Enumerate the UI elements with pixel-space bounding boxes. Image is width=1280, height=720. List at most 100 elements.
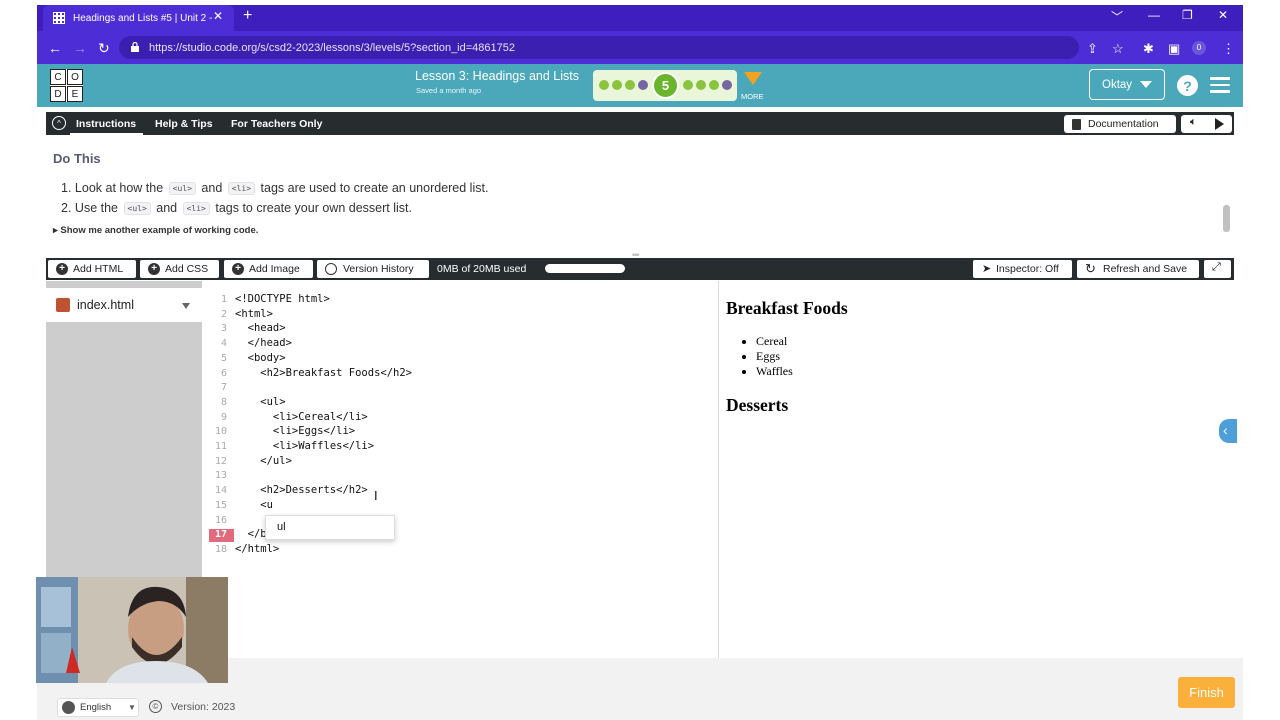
copyright-icon[interactable]: © — [149, 700, 162, 713]
lock-icon — [131, 42, 139, 52]
file-menu-caret-icon[interactable] — [182, 303, 190, 309]
inspector-toggle-button[interactable]: ➤ Inspector: Off — [973, 260, 1072, 278]
show-example-toggle[interactable]: ▸ Show me another example of working cod… — [53, 225, 258, 236]
ul-code-chip: <ul> — [168, 182, 196, 195]
play-icon[interactable] — [1215, 118, 1224, 130]
user-name: Oktay — [1102, 78, 1133, 91]
lesson-title[interactable]: Lesson 3: Headings and Lists — [415, 69, 579, 83]
current-level-dot[interactable]: 5 — [652, 72, 679, 99]
profile-avatar[interactable]: 0 — [1192, 41, 1206, 55]
code-line[interactable]: <li>Cereal</li> — [235, 411, 368, 423]
browser-tab-title: Headings and Lists #5 | Unit 2 - — [73, 12, 213, 24]
browser-tab[interactable]: Headings and Lists #5 | Unit 2 - — [43, 5, 234, 31]
code-org-logo[interactable]: C O D E — [50, 69, 83, 102]
back-arrow-icon[interactable]: ← — [48, 40, 62, 56]
tab-search-icon[interactable]: ﹀ — [1111, 8, 1123, 25]
code-line[interactable]: <html> — [235, 308, 273, 320]
text-to-speech-button[interactable]: 🔈︎ — [1181, 115, 1232, 133]
line-number: 15 — [214, 499, 227, 511]
extensions-icon[interactable]: ✱ — [1143, 41, 1154, 57]
code-line[interactable]: <body> — [235, 352, 286, 364]
caret-down-icon — [1140, 81, 1152, 88]
share-icon[interactable]: ⇪ — [1087, 41, 1098, 57]
refresh-save-button[interactable]: ↻ Refresh and Save — [1077, 260, 1199, 278]
refresh-icon: ↻ — [1085, 261, 1096, 276]
level-dot[interactable] — [638, 80, 648, 90]
level-dot[interactable] — [599, 80, 609, 90]
chevron-down-icon: ▼ — [128, 703, 136, 712]
li-code-chip: <li> — [227, 182, 256, 195]
finish-button[interactable]: Finish — [1178, 677, 1235, 708]
forward-arrow-icon[interactable]: → — [73, 40, 87, 56]
globe-icon — [62, 701, 75, 714]
chevron-left-icon[interactable]: ‹ — [1219, 419, 1237, 443]
code-line[interactable]: <!DOCTYPE html> — [235, 293, 330, 305]
code-line[interactable]: <head> — [235, 322, 286, 334]
line-number: 16 — [214, 514, 227, 526]
tab-for-teachers[interactable]: For Teachers Only — [231, 118, 322, 130]
file-name[interactable]: index.html — [77, 298, 134, 312]
documentation-button[interactable]: Documentation — [1064, 115, 1176, 133]
add-html-button[interactable]: + Add HTML — [48, 260, 136, 278]
level-dot[interactable] — [709, 80, 719, 90]
user-menu-button[interactable]: Oktay — [1089, 69, 1165, 100]
preview-heading-desserts: Desserts — [726, 395, 789, 415]
line-number: 18 — [214, 543, 227, 555]
code-line[interactable]: <ul> — [235, 396, 285, 408]
storage-usage-text: 0MB of 20MB used — [437, 263, 527, 275]
maximize-button[interactable]: ❐ — [1182, 8, 1193, 22]
code-line[interactable]: </head> — [235, 337, 292, 349]
fullscreen-button[interactable]: ⤢ — [1204, 260, 1231, 278]
close-window-button[interactable]: ✕ — [1218, 8, 1228, 22]
expand-icon: ⤢ — [1212, 261, 1221, 273]
line-number: 3 — [220, 323, 227, 335]
code-line[interactable]: <h2>Breakfast Foods</h2> — [235, 367, 412, 379]
instruction-step-1: 1. Look at how the <ul> and <li> tags ar… — [61, 181, 489, 195]
pointer-icon: ➤ — [982, 263, 992, 275]
line-number: 8 — [220, 396, 227, 408]
level-dot[interactable] — [612, 80, 622, 90]
sidepanel-icon[interactable]: ▣ — [1168, 41, 1180, 57]
browser-menu-icon[interactable]: ⋮ — [1222, 41, 1235, 57]
preview-list: Cereal Eggs Waffles — [756, 334, 793, 379]
url-text: https://studio.code.org/s/csd2-2023/less… — [149, 41, 515, 54]
code-line[interactable]: <u — [235, 499, 273, 511]
address-bar[interactable]: https://studio.code.org/s/csd2-2023/less… — [119, 36, 1079, 59]
code-line[interactable]: <li>Eggs</li> — [235, 425, 355, 437]
line-number: 14 — [214, 485, 227, 497]
tab-close-icon[interactable]: ✕ — [213, 9, 223, 23]
level-dot[interactable] — [722, 80, 732, 90]
collapse-chevron-icon[interactable]: ^ — [52, 116, 66, 130]
speaker-icon: 🔈︎ — [1190, 116, 1197, 128]
language-select[interactable]: English ▼ — [57, 698, 139, 717]
code-line[interactable]: </ul> — [235, 455, 292, 467]
minimize-button[interactable]: — — [1148, 8, 1160, 22]
level-dot[interactable] — [683, 80, 693, 90]
level-dot[interactable] — [625, 80, 635, 90]
line-number: 7 — [220, 382, 227, 394]
add-image-button[interactable]: + Add Image — [224, 260, 313, 278]
code-line[interactable]: <h2>Desserts</h2> — [235, 484, 367, 496]
instructions-scroll-thumb[interactable] — [1223, 205, 1230, 232]
level-dot[interactable] — [696, 80, 706, 90]
pencil-file-icon — [56, 298, 70, 312]
code-line[interactable]: </html> — [235, 543, 279, 555]
add-css-button[interactable]: + Add CSS — [140, 260, 219, 278]
hamburger-menu-icon[interactable] — [1210, 77, 1230, 93]
tab-instructions[interactable]: Instructions — [76, 118, 136, 130]
tab-help-tips[interactable]: Help & Tips — [155, 118, 213, 130]
new-tab-button[interactable]: + — [243, 8, 252, 24]
plus-circle-icon: + — [148, 263, 160, 275]
more-chevron-icon[interactable] — [744, 72, 762, 85]
autocomplete-option[interactable]: ul — [277, 521, 286, 533]
version-history-button[interactable]: Version History — [317, 260, 429, 278]
help-button[interactable]: ? — [1177, 75, 1198, 96]
line-number: 4 — [220, 338, 227, 350]
code-line[interactable]: <li>Waffles</li> — [235, 440, 374, 452]
bookmark-star-icon[interactable]: ☆ — [1112, 41, 1124, 57]
autocomplete-popup[interactable]: ul — [265, 515, 395, 540]
book-icon — [1072, 119, 1081, 130]
reload-icon[interactable]: ↻ — [98, 40, 110, 57]
line-number: 1 — [220, 294, 227, 305]
more-label[interactable]: MORE — [741, 92, 764, 101]
